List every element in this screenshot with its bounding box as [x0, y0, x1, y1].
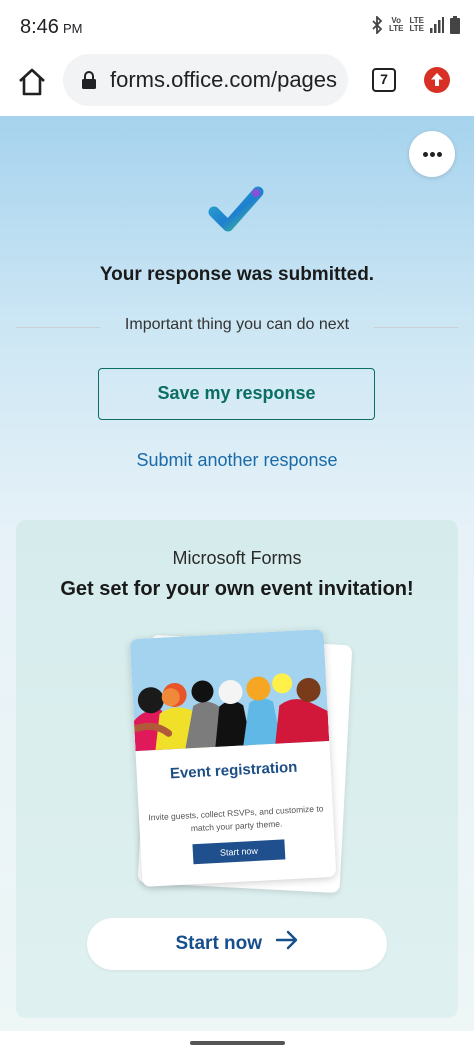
divider-line-right	[374, 327, 458, 328]
promo-card: Microsoft Forms Get set for your own eve…	[16, 520, 458, 1018]
more-dot	[430, 152, 435, 157]
more-dot	[437, 152, 442, 157]
more-dot	[423, 152, 428, 157]
bluetooth-icon	[371, 16, 383, 34]
status-icons: Vo LTE LTE LTE	[371, 16, 460, 34]
promo-title: Get set for your own event invitation!	[60, 578, 414, 600]
status-bar: 8:46 PM Vo LTE LTE LTE	[0, 0, 474, 54]
lock-icon	[81, 70, 97, 95]
volte-indicator: Vo LTE	[389, 17, 404, 33]
arrow-up-icon	[431, 73, 443, 86]
lte-indicator: LTE LTE	[409, 17, 424, 33]
status-time: 8:46 PM	[20, 16, 82, 39]
next-steps-divider: Important thing you can do next	[16, 316, 458, 340]
home-icon	[19, 68, 45, 96]
update-button[interactable]	[424, 67, 450, 93]
start-now-button[interactable]: Start now	[87, 918, 387, 970]
volte-bottom: LTE	[388, 24, 404, 33]
clock-ampm: PM	[62, 21, 83, 36]
url-text: forms.office.com/pages	[110, 67, 338, 92]
checkmark-icon	[208, 186, 264, 232]
promo-brand: Microsoft Forms	[172, 548, 302, 568]
battery-icon	[450, 16, 460, 34]
people-illustration	[129, 629, 330, 752]
address-bar[interactable]: forms.office.com/pages	[63, 54, 348, 106]
arrow-right-icon	[275, 930, 299, 955]
browser-toolbar: forms.office.com/pages 7	[0, 54, 474, 114]
illustration-start-button: Start now	[192, 839, 286, 865]
form-confirmation-page: Your response was submitted. Important t…	[0, 116, 474, 1053]
signal-icon	[430, 17, 444, 33]
clock-time: 8:46	[20, 16, 59, 38]
start-now-label: Start now	[175, 933, 263, 954]
tab-switcher-button[interactable]: 7	[372, 68, 396, 92]
home-button[interactable]	[16, 66, 48, 98]
home-indicator[interactable]	[190, 1041, 285, 1045]
save-response-button[interactable]: Save my response	[98, 368, 375, 420]
illustration-description: Invite guests, collect RSVPs, and custom…	[148, 803, 324, 834]
submit-another-link[interactable]: Submit another response	[0, 450, 474, 471]
lte-bottom: LTE	[409, 24, 424, 33]
more-options-button[interactable]	[409, 131, 455, 177]
event-registration-illustration: Event registration Invite guests, collec…	[129, 629, 337, 887]
illustration-heading: Event registration	[169, 758, 298, 783]
submitted-heading: Your response was submitted.	[99, 264, 375, 285]
next-steps-label: Important thing you can do next	[124, 316, 350, 333]
